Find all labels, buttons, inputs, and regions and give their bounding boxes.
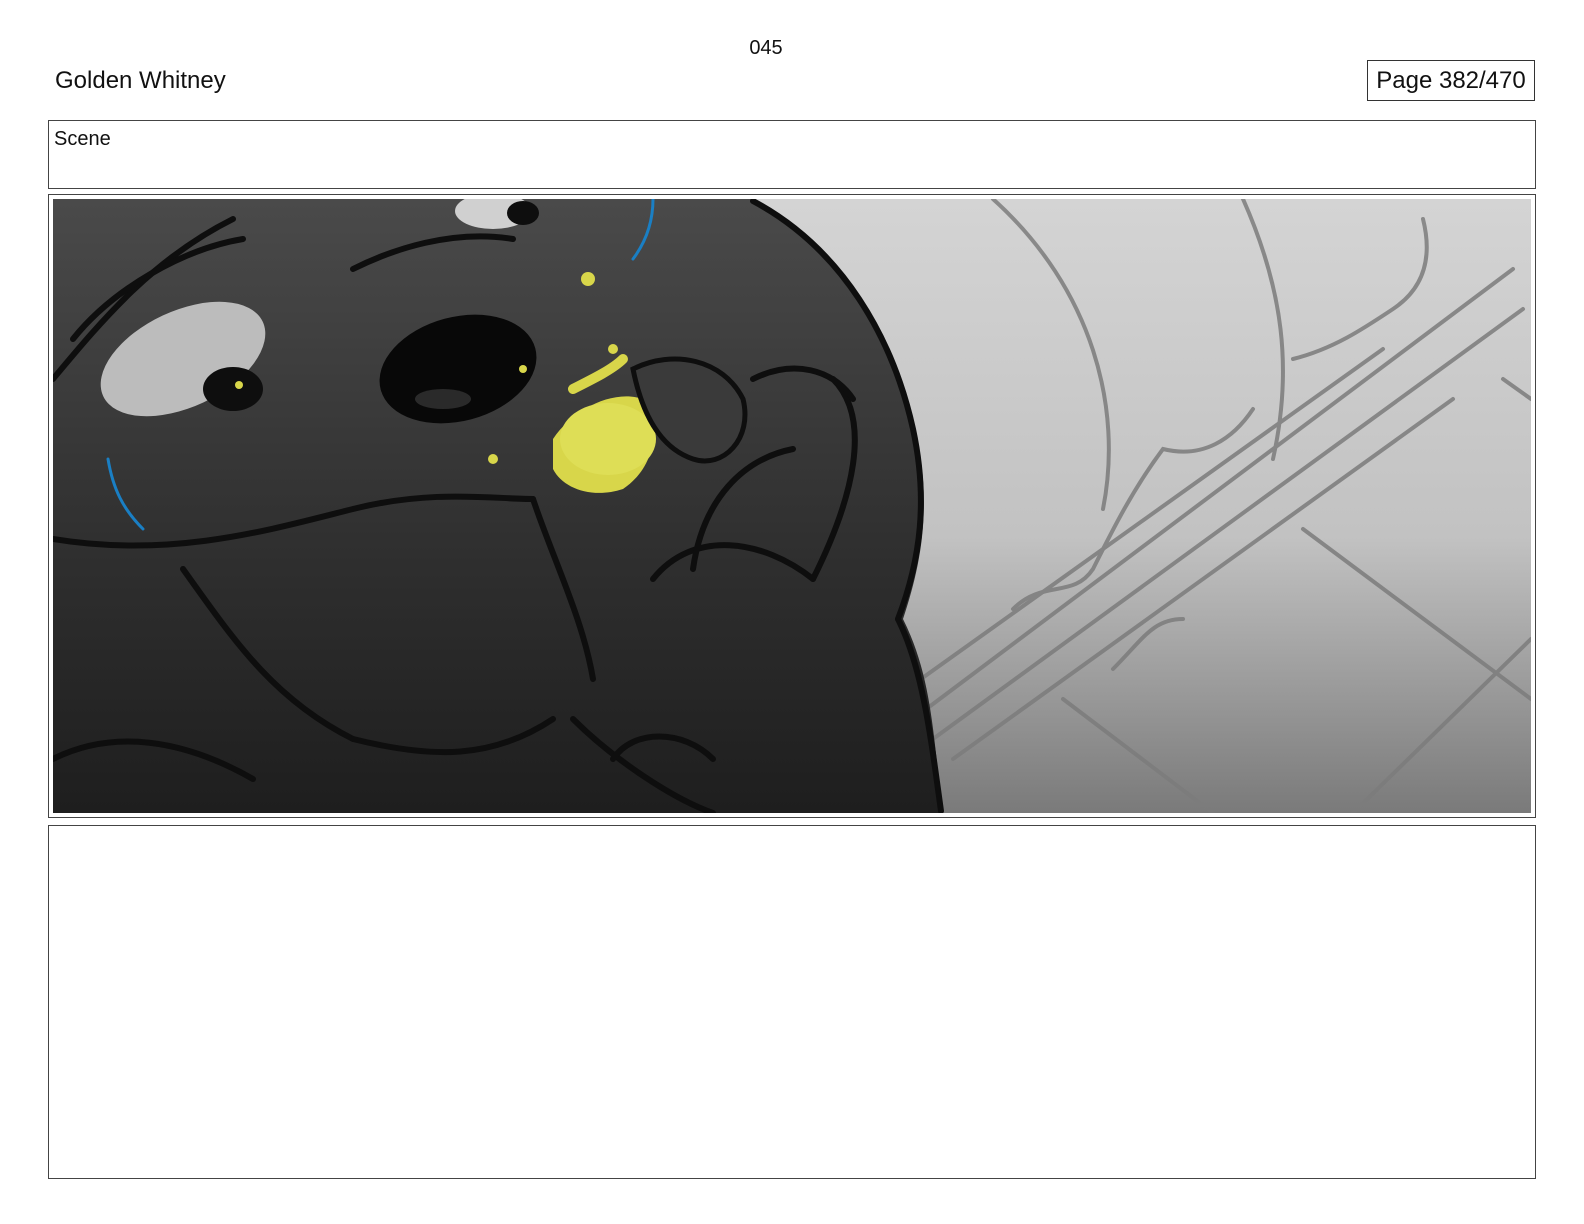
project-title: Golden Whitney — [55, 67, 226, 94]
scene-info-box: Scene — [48, 120, 1536, 189]
upper-eye-pupil — [507, 201, 539, 225]
scene-number: 045 — [749, 37, 783, 59]
storyboard-sketch — [53, 199, 1531, 813]
eye-highlight — [235, 381, 243, 389]
character-pupil — [203, 367, 263, 411]
character-body — [53, 199, 943, 813]
scene-label: Scene — [54, 128, 111, 150]
page-counter: Page 382/470 — [1367, 60, 1535, 101]
panel-notes-box[interactable] — [48, 825, 1536, 1179]
storyboard-panel-frame — [48, 194, 1536, 818]
storyboard-panel-image — [53, 199, 1531, 813]
nose-highlight — [415, 389, 471, 409]
